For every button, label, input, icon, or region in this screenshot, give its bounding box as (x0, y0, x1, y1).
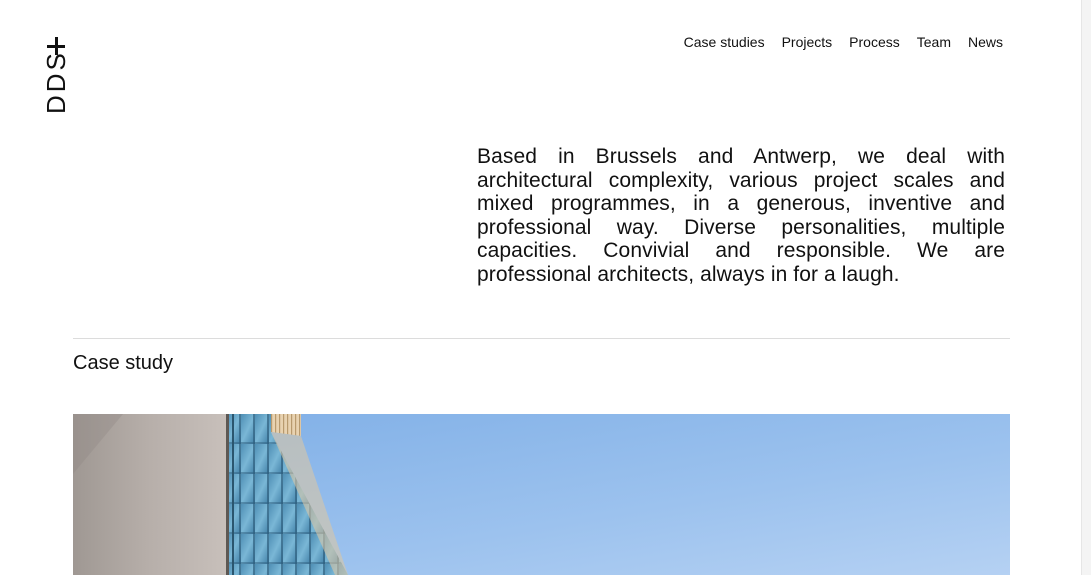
nav-item-news[interactable]: News (968, 34, 1003, 50)
logo[interactable]: DDS (41, 36, 71, 116)
divider (73, 338, 1010, 339)
nav-item-projects[interactable]: Projects (782, 34, 833, 50)
nav-item-process[interactable]: Process (849, 34, 900, 50)
nav-item-case-studies[interactable]: Case studies (684, 34, 765, 50)
logo-text: DDS (41, 50, 71, 114)
nav-item-team[interactable]: Team (917, 34, 951, 50)
main-nav: Case studies Projects Process Team News (684, 34, 1003, 50)
building-photo (73, 414, 1010, 575)
scrollbar[interactable] (1081, 0, 1091, 575)
case-study-title: Case study (73, 352, 174, 374)
case-study-image[interactable] (73, 414, 1010, 575)
intro-paragraph: Based in Brussels and Antwerp, we deal w… (477, 145, 1005, 286)
page: DDS Case studies Projects Process Team N… (0, 0, 1091, 575)
